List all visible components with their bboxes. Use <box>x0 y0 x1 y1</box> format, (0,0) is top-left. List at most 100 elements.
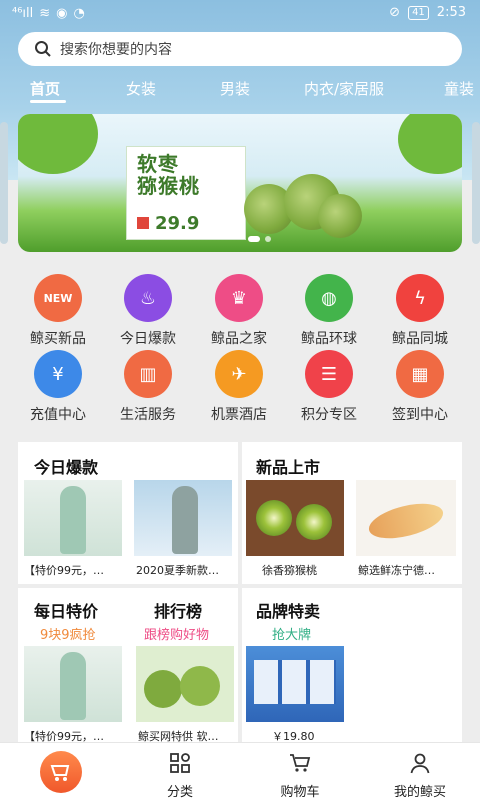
shortcut-life[interactable]: ▥ 生活服务 <box>102 350 194 424</box>
section-title: 每日特价 <box>34 602 99 621</box>
eye-icon: ◉ <box>56 6 68 21</box>
nav-category[interactable]: 分类 <box>120 743 240 800</box>
banner-price: 29.9 <box>155 213 200 234</box>
globe-icon: ◍ <box>305 274 353 322</box>
tab-kids[interactable]: 童装 <box>444 78 474 99</box>
product-caption: 2020夏季新款… <box>136 564 219 577</box>
nav-label: 我的鲸买 <box>393 785 446 800</box>
product-image[interactable] <box>24 480 122 556</box>
section-subtitle: 跟榜购好物 <box>144 628 210 643</box>
promo-banner[interactable]: 软枣 猕猴桃 29.9 <box>18 114 462 252</box>
section-subtitle: 抢大牌 <box>272 628 312 643</box>
tab-underwear[interactable]: 内衣/家居服 <box>304 78 384 99</box>
shortcut-label: 充值中心 <box>30 407 86 423</box>
status-bar: ⁴⁶ıll ≋ ◉ ◔ ⊘ 41 2:53 <box>0 0 480 28</box>
kiwi-slice-image <box>296 504 332 540</box>
search-placeholder: 搜索你想要的内容 <box>60 42 172 58</box>
alarm-icon: ◔ <box>73 6 85 21</box>
signal-icon: ⁴⁶ıll <box>12 6 34 21</box>
carousel-dots <box>248 236 271 242</box>
kiwi-fruit-image <box>180 666 220 706</box>
database-icon: ☰ <box>305 350 353 398</box>
nav-profile[interactable]: 我的鲸买 <box>360 743 480 800</box>
section-title: 品牌特卖 <box>256 602 321 621</box>
kiwi-fruit-image <box>318 194 362 238</box>
shortcut-label: 鲸品同城 <box>392 331 448 347</box>
dress-image <box>60 486 86 554</box>
status-right: ⊘ 41 2:53 <box>389 5 466 20</box>
section-title: 新品上市 <box>256 458 321 477</box>
shortcut-label: 鲸品环球 <box>301 331 357 347</box>
product-image[interactable] <box>134 480 232 556</box>
banner-next-peek <box>472 122 480 244</box>
nav-label: 分类 <box>166 785 193 800</box>
grid-icon <box>170 753 190 773</box>
battery-icon: 41 <box>408 5 429 20</box>
today-hot-panel[interactable]: 今日爆款 【特价99元，… 2020夏季新款… <box>18 442 238 584</box>
category-tabs: 首页 女装 男装 内衣/家居服 童装 <box>0 76 480 104</box>
product-image[interactable] <box>246 646 344 722</box>
dress-image <box>60 652 86 720</box>
active-tab-indicator <box>30 100 66 103</box>
kiwi-slice-image <box>256 500 292 536</box>
daily-deal-panel[interactable]: 每日特价 9块9疯抢 【特价99元，… <box>18 588 130 743</box>
product-image[interactable] <box>24 646 122 722</box>
shortcut-global[interactable]: ◍ 鲸品环球 <box>283 274 375 348</box>
flame-icon: ♨ <box>124 274 172 322</box>
shortcut-label: 签到中心 <box>392 407 448 423</box>
mute-icon: ⊘ <box>389 5 401 20</box>
plane-icon: ✈ <box>215 350 263 398</box>
yen-icon: ¥ <box>34 350 82 398</box>
shortcut-recharge[interactable]: ¥ 充值中心 <box>12 350 104 424</box>
nav-label: 购物车 <box>280 785 320 800</box>
shortcut-points[interactable]: ☰ 积分专区 <box>283 350 375 424</box>
home-button[interactable] <box>40 751 82 793</box>
banner-title-line1: 软枣 <box>137 152 179 176</box>
banner-prev-peek <box>0 122 8 244</box>
shortcut-checkin[interactable]: ▦ 签到中心 <box>374 350 466 424</box>
brand-sale-panel[interactable]: 品牌特卖 抢大牌 ￥19.80 <box>242 588 462 743</box>
new-icon: NEW <box>34 274 82 322</box>
clock: 2:53 <box>436 5 466 20</box>
home-cart-icon <box>50 765 70 781</box>
wifi-icon: ≋ <box>39 6 51 21</box>
product-image[interactable] <box>356 480 456 556</box>
tab-home[interactable]: 首页 <box>30 78 60 99</box>
tab-men[interactable]: 男装 <box>220 78 250 99</box>
tree-foliage <box>18 114 98 174</box>
calendar-icon: ▦ <box>396 350 444 398</box>
cart-icon <box>290 754 311 772</box>
shortcut-hot[interactable]: ♨ 今日爆款 <box>102 274 194 348</box>
product-caption: 鲸选鲜冻宁德… <box>358 564 435 577</box>
ranking-panel[interactable]: 排行榜 跟榜购好物 鲸买网特供 软… <box>130 588 238 743</box>
search-icon <box>35 41 51 57</box>
shortcut-home[interactable]: ♛ 鲸品之家 <box>193 274 285 348</box>
product-image[interactable] <box>246 480 344 556</box>
shortcut-travel[interactable]: ✈ 机票酒店 <box>193 350 285 424</box>
search-bar[interactable]: 搜索你想要的内容 <box>18 32 462 66</box>
user-icon <box>410 753 430 774</box>
nav-cart[interactable]: 购物车 <box>240 743 360 800</box>
kiwi-fruit-image <box>144 670 182 708</box>
tab-women[interactable]: 女装 <box>126 78 156 99</box>
shortcut-new[interactable]: NEW 鲸买新品 <box>12 274 104 348</box>
shortcut-label: 机票酒店 <box>211 407 267 423</box>
tree-foliage <box>398 114 462 174</box>
fish-image <box>365 497 447 545</box>
shortcut-label: 鲸品之家 <box>211 331 267 347</box>
shortcut-label: 积分专区 <box>301 407 357 423</box>
section-title: 排行榜 <box>154 602 203 621</box>
shortcut-label: 今日爆款 <box>120 331 176 347</box>
shortcut-local[interactable]: ϟ 鲸品同城 <box>374 274 466 348</box>
lightning-icon: ϟ <box>396 274 444 322</box>
banner-title-line2: 猕猴桃 <box>137 174 200 198</box>
shortcut-label: 生活服务 <box>120 407 176 423</box>
product-image[interactable] <box>136 646 234 722</box>
dress-image <box>172 486 198 554</box>
product-caption: 【特价99元，… <box>24 564 104 577</box>
crown-icon: ♛ <box>215 274 263 322</box>
shortcut-label: 鲸买新品 <box>30 331 86 347</box>
new-arrivals-panel[interactable]: 新品上市 徐香猕猴桃 鲸选鲜冻宁德… <box>242 442 462 584</box>
bottom-nav: 分类 购物车 我的鲸买 <box>0 742 480 800</box>
product-caption: 徐香猕猴桃 <box>262 564 317 577</box>
